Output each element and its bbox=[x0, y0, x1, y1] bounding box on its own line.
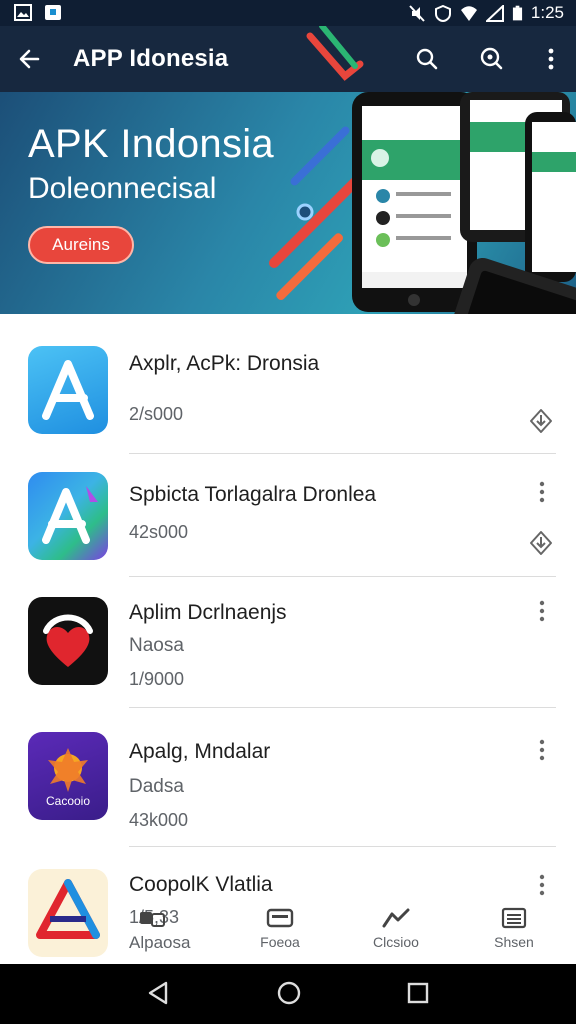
banner-cta-button[interactable]: Aureins bbox=[28, 226, 134, 264]
app-bar: APP Idonesia bbox=[0, 26, 576, 92]
app-notification-icon bbox=[45, 5, 61, 20]
app-name: Apalg, Mndalar bbox=[129, 740, 271, 763]
search-scan-icon[interactable] bbox=[478, 45, 504, 73]
wifi-icon bbox=[460, 5, 477, 21]
app-list-item[interactable]: Cacooio Apalg, Mndalar Dadsa 43k000 bbox=[0, 708, 576, 846]
app-store-a-icon bbox=[42, 360, 94, 420]
status-time: 1:25 bbox=[530, 3, 564, 22]
status-bar: 1:25 bbox=[0, 0, 576, 26]
app-icon bbox=[28, 346, 108, 434]
nav-item-apps[interactable] bbox=[112, 900, 192, 964]
nav-item-cards[interactable]: Foeoa bbox=[240, 900, 320, 964]
app-icon-text: Cacooio bbox=[45, 794, 91, 808]
app-developer: Naosa bbox=[129, 635, 184, 656]
app-icon bbox=[28, 597, 108, 685]
more-vert-icon[interactable] bbox=[530, 738, 554, 762]
heart-logo-icon bbox=[43, 614, 93, 667]
app-name: CoopolK Vlatlia bbox=[129, 873, 273, 896]
app-downloads: 43k000 bbox=[129, 810, 189, 830]
search-icon[interactable] bbox=[414, 45, 440, 73]
vpn-icon bbox=[434, 4, 451, 22]
app-list-item[interactable]: Axplr, AcPk: Dronsia 2/s000 bbox=[0, 314, 576, 454]
trending-icon bbox=[382, 908, 410, 928]
list-icon bbox=[501, 907, 527, 929]
app-name: Axplr, AcPk: Dronsia bbox=[129, 352, 320, 375]
nav-label: Clcsioo bbox=[373, 934, 419, 950]
download-icon[interactable] bbox=[528, 530, 554, 556]
more-vert-icon[interactable] bbox=[530, 480, 554, 504]
app-name: Aplim Dcrlnaenjs bbox=[129, 601, 287, 624]
apps-icon bbox=[140, 912, 165, 927]
gallery-notification-icon bbox=[14, 4, 32, 21]
nav-item-trending[interactable]: Clcsioo bbox=[356, 900, 436, 964]
nav-item-list[interactable]: Shsen bbox=[474, 900, 554, 964]
signal-icon bbox=[485, 4, 504, 22]
more-vert-icon[interactable] bbox=[530, 873, 554, 897]
more-vert-icon[interactable] bbox=[530, 599, 554, 623]
promo-banner[interactable]: APK Indonsia Doleonnecisal Aureins bbox=[0, 92, 576, 314]
home-circle-icon[interactable] bbox=[276, 980, 302, 1006]
banner-title: APK Indonsia bbox=[28, 122, 274, 166]
app-store-a-icon bbox=[42, 486, 98, 544]
recents-square-icon[interactable] bbox=[406, 980, 430, 1006]
app-bar-decoration bbox=[306, 26, 364, 81]
bottom-navigation: Foeoa Clcsioo Shsen bbox=[0, 900, 576, 964]
nav-label: Foeoa bbox=[260, 934, 300, 950]
app-downloads: 2/s000 bbox=[129, 404, 184, 424]
app-downloads: 1/9000 bbox=[129, 669, 185, 689]
app-downloads: 42s000 bbox=[129, 522, 189, 542]
app-list-item[interactable]: Spbicta Torlagalra Dronlea 42s000 bbox=[0, 454, 576, 576]
app-name: Spbicta Torlagalra Dronlea bbox=[129, 483, 377, 506]
app-bar-title: APP Idonesia bbox=[73, 45, 229, 72]
back-triangle-icon[interactable] bbox=[146, 980, 170, 1006]
download-icon[interactable] bbox=[528, 408, 554, 434]
app-icon: Cacooio bbox=[28, 732, 108, 820]
battery-icon bbox=[512, 5, 522, 20]
banner-subtitle: Doleonnecisal bbox=[28, 172, 217, 205]
app-icon bbox=[28, 472, 108, 560]
mute-icon bbox=[409, 4, 425, 22]
nav-label: Shsen bbox=[494, 934, 534, 950]
cards-icon bbox=[266, 908, 294, 928]
app-list-item[interactable]: Aplim Dcrlnaenjs Naosa 1/9000 bbox=[0, 577, 576, 707]
back-arrow-icon[interactable] bbox=[16, 45, 44, 73]
more-vert-icon[interactable] bbox=[538, 45, 564, 73]
system-navigation-bar bbox=[0, 964, 576, 1024]
app-developer: Dadsa bbox=[129, 776, 184, 797]
